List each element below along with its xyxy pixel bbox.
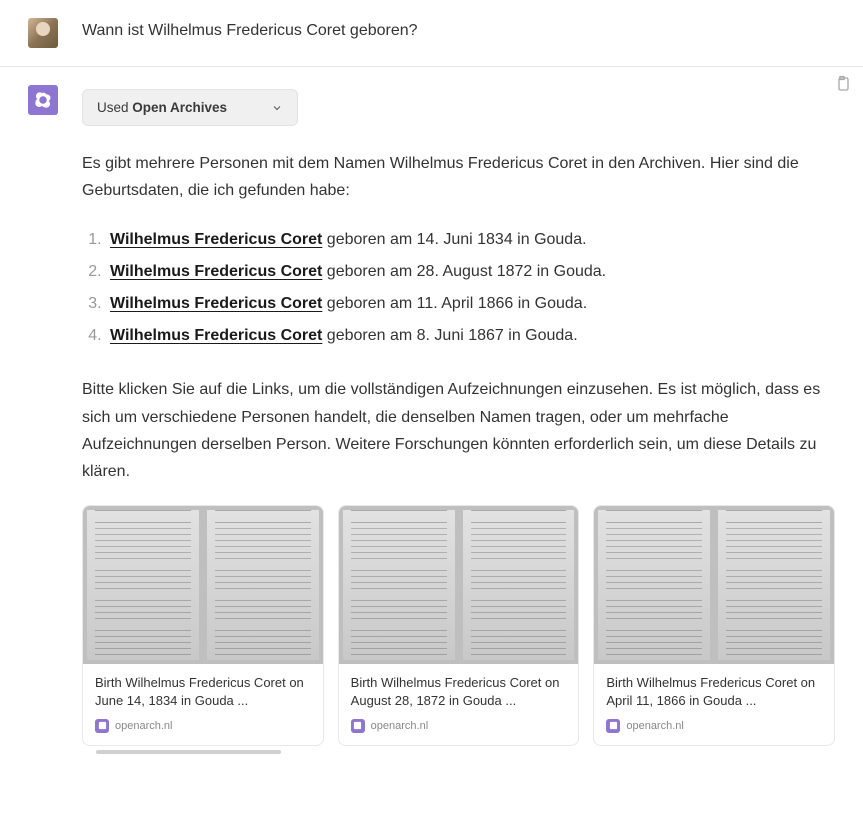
scrollbar-thumb[interactable]	[96, 750, 281, 754]
assistant-message: Used Open Archives Es gibt mehrere Perso…	[0, 67, 863, 774]
user-content: Wann ist Wilhelmus Fredericus Coret gebo…	[82, 18, 835, 48]
user-message: Wann ist Wilhelmus Fredericus Coret gebo…	[0, 0, 863, 67]
card-source-domain: openarch.nl	[626, 720, 684, 732]
card-body: Birth Wilhelmus Fredericus Coret on June…	[83, 664, 323, 744]
card-image	[83, 506, 323, 664]
card-source-domain: openarch.nl	[371, 720, 429, 732]
user-avatar	[28, 18, 58, 48]
results-list: Wilhelmus Fredericus Coret geboren am 14…	[82, 224, 835, 352]
horizontal-scrollbar[interactable]	[96, 750, 835, 754]
result-text: geboren am 14. Juni 1834 in Gouda.	[322, 231, 586, 248]
result-link[interactable]: Wilhelmus Fredericus Coret	[110, 327, 322, 344]
card-source-domain: openarch.nl	[115, 720, 173, 732]
card-source: openarch.nl	[95, 719, 311, 733]
user-question: Wann ist Wilhelmus Fredericus Coret gebo…	[82, 22, 835, 40]
openai-logo-icon	[34, 91, 52, 109]
tool-used-chip[interactable]: Used Open Archives	[82, 89, 298, 126]
source-favicon-icon	[351, 719, 365, 733]
card-title: Birth Wilhelmus Fredericus Coret on June…	[95, 674, 311, 710]
card-image	[594, 506, 834, 664]
response-intro: Es gibt mehrere Personen mit dem Namen W…	[82, 150, 835, 204]
assistant-content: Used Open Archives Es gibt mehrere Perso…	[82, 85, 835, 746]
source-favicon-icon	[95, 719, 109, 733]
result-text: geboren am 11. April 1866 in Gouda.	[322, 295, 587, 312]
result-link[interactable]: Wilhelmus Fredericus Coret	[110, 295, 322, 312]
tool-name: Open Archives	[132, 100, 227, 115]
assistant-avatar	[28, 85, 58, 115]
card-body: Birth Wilhelmus Fredericus Coret on Apri…	[594, 664, 834, 744]
source-cards-row: Birth Wilhelmus Fredericus Coret on June…	[82, 505, 835, 745]
result-item: Wilhelmus Fredericus Coret geboren am 28…	[106, 256, 835, 288]
card-title: Birth Wilhelmus Fredericus Coret on Augu…	[351, 674, 567, 710]
tool-prefix: Used	[97, 100, 132, 115]
source-favicon-icon	[606, 719, 620, 733]
tool-label: Used Open Archives	[97, 100, 271, 115]
result-text: geboren am 28. August 1872 in Gouda.	[322, 263, 606, 280]
card-source: openarch.nl	[351, 719, 567, 733]
card-title: Birth Wilhelmus Fredericus Coret on Apri…	[606, 674, 822, 710]
result-item: Wilhelmus Fredericus Coret geboren am 8.…	[106, 320, 835, 352]
result-item: Wilhelmus Fredericus Coret geboren am 11…	[106, 288, 835, 320]
result-link[interactable]: Wilhelmus Fredericus Coret	[110, 263, 322, 280]
result-link[interactable]: Wilhelmus Fredericus Coret	[110, 231, 322, 248]
card-source: openarch.nl	[606, 719, 822, 733]
source-card[interactable]: Birth Wilhelmus Fredericus Coret on Augu…	[338, 505, 580, 745]
message-actions	[833, 75, 851, 98]
response-outro: Bitte klicken Sie auf die Links, um die …	[82, 376, 835, 485]
chevron-down-icon	[271, 102, 283, 114]
result-item: Wilhelmus Fredericus Coret geboren am 14…	[106, 224, 835, 256]
result-text: geboren am 8. Juni 1867 in Gouda.	[322, 327, 577, 344]
card-body: Birth Wilhelmus Fredericus Coret on Augu…	[339, 664, 579, 744]
source-card[interactable]: Birth Wilhelmus Fredericus Coret on June…	[82, 505, 324, 745]
clipboard-icon[interactable]	[833, 75, 851, 93]
source-card[interactable]: Birth Wilhelmus Fredericus Coret on Apri…	[593, 505, 835, 745]
card-image	[339, 506, 579, 664]
